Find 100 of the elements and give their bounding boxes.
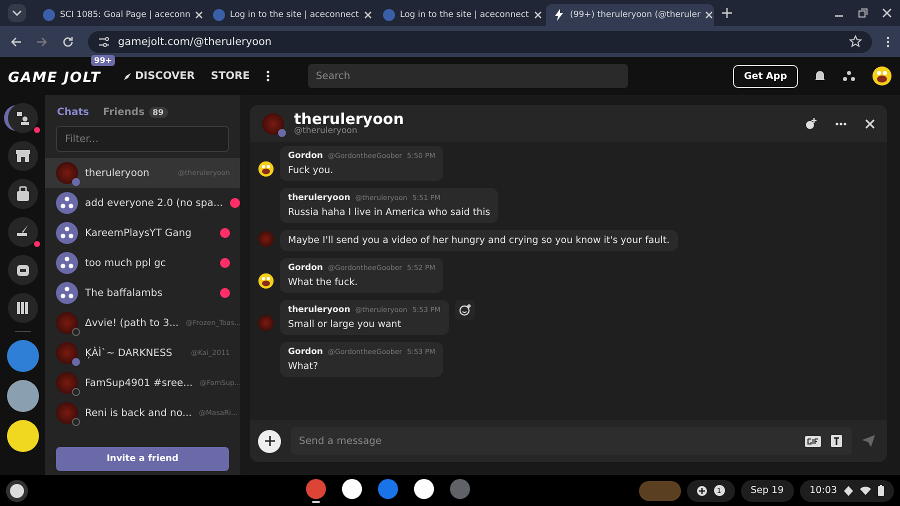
user-avatar-icon[interactable] [872, 66, 892, 86]
browser-tab[interactable]: Log in to the site | aceconnect [206, 4, 374, 26]
date-button[interactable]: Sep 19 [740, 480, 794, 502]
back-icon[interactable] [10, 36, 22, 48]
forward-icon[interactable] [36, 36, 48, 48]
close-icon[interactable] [534, 11, 542, 19]
invite-friend-button[interactable]: Invite a friend [56, 447, 229, 471]
user-avatar [262, 112, 284, 134]
more-options-icon[interactable] [886, 36, 890, 48]
notification-dot [34, 241, 40, 247]
plus-icon [264, 436, 274, 446]
smiley-avatar-icon[interactable] [258, 161, 274, 177]
user-avatar [56, 402, 78, 424]
get-app-button[interactable]: Get App [732, 64, 798, 88]
message-author[interactable]: Gordon [288, 151, 323, 161]
message-text: What? [288, 361, 320, 372]
site-logo-icon [43, 9, 55, 21]
chrome-app-icon[interactable] [305, 478, 328, 502]
browser-tab[interactable]: Log in to the site | aceconnect [376, 4, 544, 26]
new-tab-icon[interactable] [722, 8, 732, 18]
lightning-icon [553, 9, 565, 21]
chat-list-item[interactable]: add everyone 2.0 (no spa... [45, 188, 240, 218]
add-friend-icon[interactable] [805, 118, 817, 130]
bookmark-star-icon[interactable] [849, 35, 862, 48]
nav-link[interactable]: STORE [210, 70, 250, 82]
group-icon [56, 282, 78, 304]
user-avatar [56, 342, 78, 364]
chat-list-item[interactable]: KareemPlaysYT Gang [45, 218, 240, 248]
notification-count-badge: 99+ [91, 54, 115, 66]
group-icon [56, 192, 78, 214]
screen-capture-thumbnail[interactable] [638, 480, 681, 500]
search-field[interactable]: Search [308, 64, 628, 88]
friends-icon[interactable] [842, 70, 856, 82]
message-text: Small or large you want [288, 319, 402, 330]
user-avatar [56, 372, 78, 394]
close-icon[interactable] [865, 118, 875, 128]
address-bar[interactable]: gamejolt.com/@theruleryoon [88, 30, 872, 52]
group-icon [56, 252, 78, 274]
chat-icon [14, 110, 30, 126]
message-text: Maybe I'll send you a video of her hungry and crying so you know it's your fault. [288, 235, 670, 246]
message-author[interactable]: theruleryoon [288, 305, 350, 315]
notifications-bell-icon[interactable] [814, 70, 826, 82]
user-avatar [56, 312, 78, 334]
game-jolt-logo[interactable]: GAME JOLT [8, 70, 101, 86]
message-author[interactable]: Gordon [288, 263, 323, 273]
sticker-icon[interactable] [831, 435, 842, 447]
rocket-icon [122, 72, 132, 80]
more-menu-icon[interactable] [266, 70, 270, 82]
site-logo-icon [383, 9, 395, 21]
tab-search-button[interactable] [8, 4, 26, 22]
library-nav-button[interactable] [8, 293, 38, 323]
reload-icon[interactable] [62, 36, 74, 48]
group-icon [56, 222, 78, 244]
notification-dot [34, 127, 40, 133]
community-icon[interactable] [6, 420, 38, 452]
chat-list-tab[interactable]: Friends 89 [102, 107, 168, 118]
user-avatar [56, 162, 78, 184]
quest-nav-button[interactable] [8, 217, 38, 247]
close-icon[interactable] [195, 11, 204, 19]
chat-title: theruleryoon [294, 110, 404, 128]
nav-link[interactable]: DISCOVER [122, 70, 195, 82]
site-logo-icon [213, 9, 225, 21]
smiley-avatar-icon[interactable] [258, 273, 274, 289]
chat-list-item[interactable]: too much ppl gc [45, 248, 240, 278]
close-icon[interactable] [882, 8, 892, 18]
bag-nav-button[interactable] [8, 179, 38, 209]
message-text: What the fuck. [288, 277, 359, 288]
wifi-icon [860, 486, 871, 495]
filter-field[interactable]: Filter... [56, 126, 229, 152]
chat-list-item[interactable]: The baffalambs [45, 278, 240, 308]
message-field[interactable]: Send a message [291, 427, 852, 455]
gif-icon[interactable] [805, 436, 821, 446]
system-tray[interactable]: 10:03 [800, 480, 894, 502]
chat-nav-button[interactable] [8, 103, 38, 133]
url-text: gamejolt.com/@theruleryoon [118, 36, 272, 48]
launcher-button[interactable] [6, 480, 28, 502]
add-reaction-button[interactable] [454, 300, 475, 320]
store-nav-button[interactable] [8, 141, 38, 171]
send-icon[interactable] [862, 435, 875, 447]
more-options-icon[interactable] [835, 122, 847, 126]
chat-handle: @theruleryoon [294, 127, 358, 136]
site-settings-icon[interactable] [98, 36, 110, 48]
close-icon[interactable] [364, 11, 372, 19]
browser-tab[interactable]: SCI 1085: Goal Page | aceconn [36, 4, 204, 26]
restore-icon[interactable] [858, 8, 868, 18]
add-attachment-button[interactable] [258, 430, 281, 452]
message-text: Russia haha I live in America who said this [288, 207, 490, 218]
message-author[interactable]: Gordon [288, 347, 323, 357]
signal-icon [844, 486, 853, 496]
books-icon [14, 300, 30, 316]
battery-icon [878, 485, 884, 496]
add-icon [696, 486, 707, 496]
message-text: Fuck you. [288, 165, 334, 176]
close-icon[interactable] [705, 11, 714, 19]
community-icon[interactable] [6, 380, 38, 412]
message-author[interactable]: theruleryoon [288, 193, 350, 203]
chat-list-tab[interactable]: Chats [57, 107, 89, 118]
bot-nav-button[interactable] [8, 255, 38, 285]
browser-tab[interactable]: (99+) theruleryoon (@theruler [546, 4, 714, 26]
friend-count-badge: 89 [148, 107, 168, 118]
